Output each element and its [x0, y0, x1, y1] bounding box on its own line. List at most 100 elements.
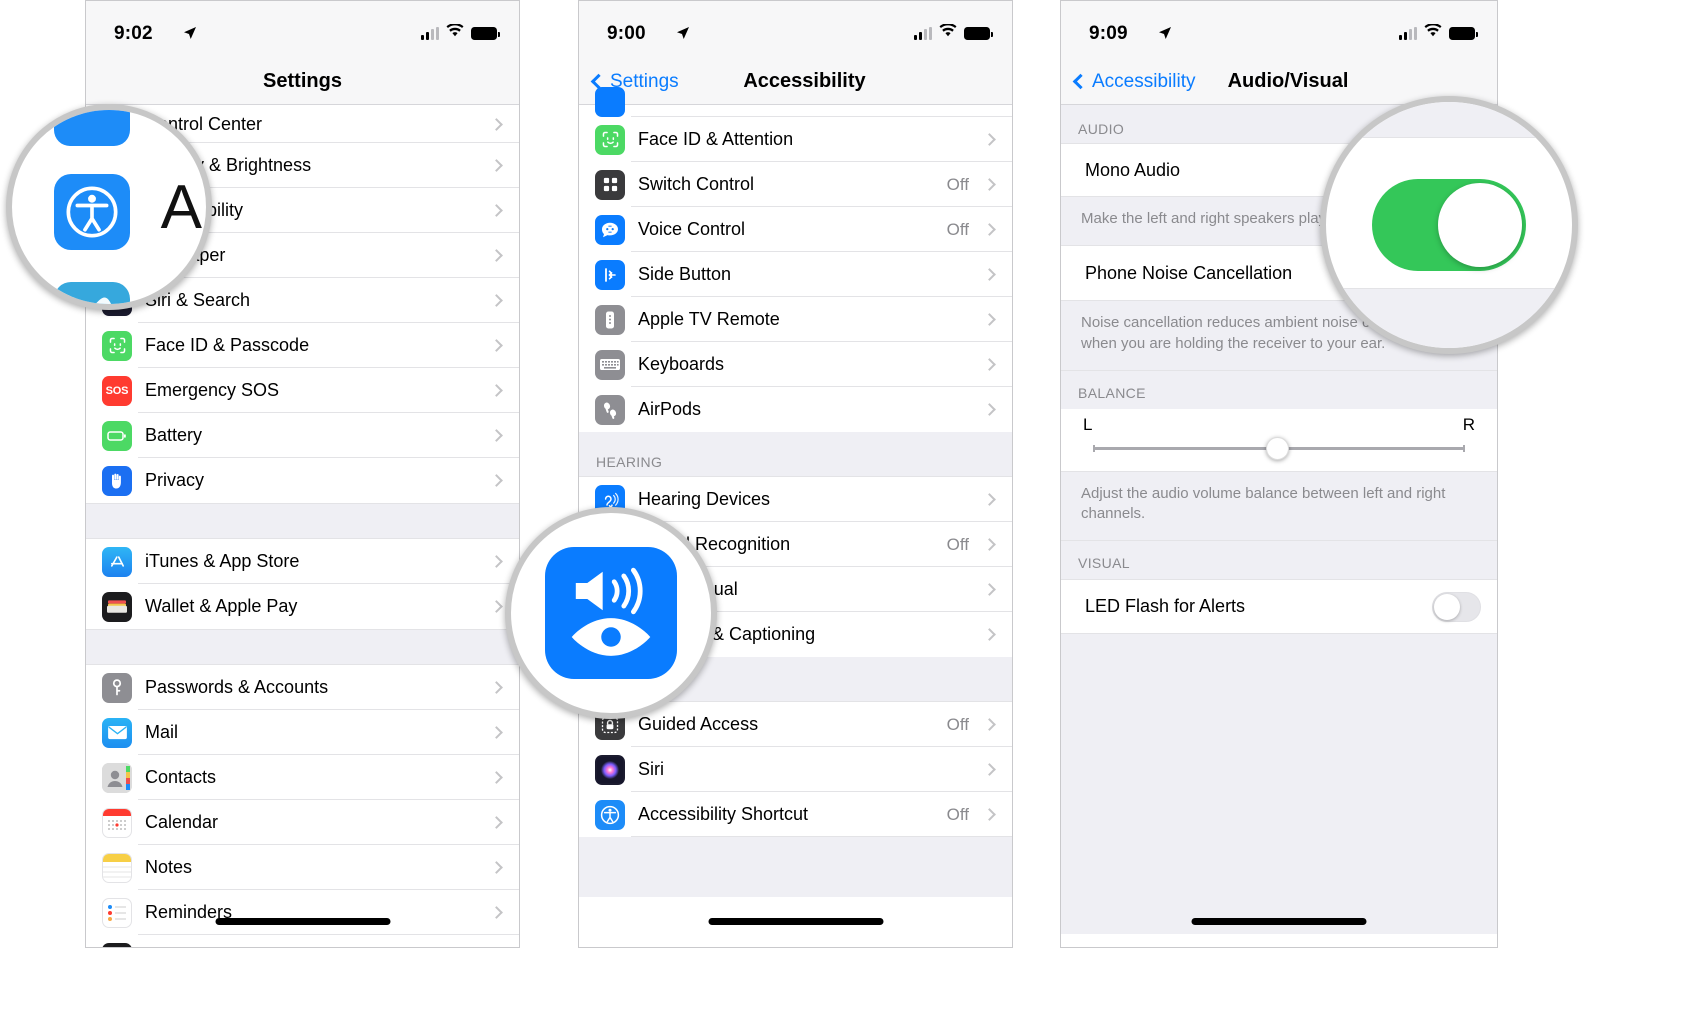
list-item[interactable]: Switch Control Off [579, 162, 1012, 207]
list-item-label: Accessibility Shortcut [638, 804, 809, 824]
list-item[interactable]: SOS Emergency SOS [86, 368, 519, 413]
mono-audio-toggle-magnifier [1320, 96, 1578, 354]
status-indicators [421, 23, 500, 42]
balance-slider-thumb[interactable] [1265, 436, 1289, 460]
location-arrow-icon [676, 26, 690, 45]
list-item-label: AirPods [638, 399, 702, 419]
list-item-label: iTunes & App Store [145, 551, 300, 571]
chevron-right-icon [983, 358, 996, 371]
list-item[interactable]: Privacy [86, 458, 519, 503]
cellular-bars-icon [1399, 26, 1417, 40]
phone-icon [102, 942, 132, 947]
balance-slider-row[interactable]: L R [1061, 408, 1497, 471]
magnified-section-band [1326, 288, 1572, 348]
list-item[interactable]: Siri [579, 747, 1012, 792]
chevron-right-icon [490, 384, 503, 397]
list-item-label: Apple TV Remote [638, 309, 780, 329]
list-item[interactable]: AirPods [579, 387, 1012, 432]
list-item[interactable]: Voice Control Off [579, 207, 1012, 252]
chevron-right-icon [983, 313, 996, 326]
list-filler [579, 837, 1012, 897]
chevron-right-icon [983, 808, 996, 821]
list-item-label: Battery [145, 425, 203, 445]
chevron-right-icon [983, 268, 996, 281]
list-item[interactable]: Calendar [86, 800, 519, 845]
cellular-bars-icon [421, 26, 439, 40]
list-item[interactable]: Notes [86, 845, 519, 890]
led-flash-row[interactable]: LED Flash for Alerts [1061, 580, 1497, 635]
battery-full-icon [964, 26, 993, 40]
list-item[interactable]: Reminders [86, 890, 519, 935]
magnified-mono-audio-toggle[interactable] [1372, 179, 1526, 271]
back-button[interactable]: Accessibility [1072, 70, 1196, 93]
home-indicator [708, 918, 883, 925]
list-item[interactable]: Side Button [579, 252, 1012, 297]
chevron-right-icon [490, 771, 503, 784]
led-flash-toggle[interactable] [1432, 591, 1481, 622]
balance-endpoints: L R [1061, 415, 1497, 435]
calendar-icon [102, 807, 132, 838]
list-item[interactable]: Mail [86, 710, 519, 755]
voice-control-icon [595, 214, 625, 245]
chevron-right-icon [983, 538, 996, 551]
list-item[interactable]: iTunes & App Store [86, 539, 519, 584]
list-item[interactable] [86, 935, 519, 947]
list-item[interactable]: Apple TV Remote [579, 297, 1012, 342]
list-item[interactable]: Passwords & Accounts [86, 665, 519, 710]
home-indicator [215, 918, 390, 925]
list-item[interactable]: Contacts [86, 755, 519, 800]
list-item[interactable]: Accessibility Shortcut Off [579, 792, 1012, 837]
chevron-right-icon [983, 493, 996, 506]
chevron-right-icon [490, 474, 503, 487]
section-header-hearing: HEARING [579, 432, 1012, 477]
back-button[interactable]: Settings [590, 71, 679, 93]
list-item-label: Passwords & Accounts [145, 677, 329, 697]
chevron-right-icon [490, 294, 503, 307]
chevron-right-icon [983, 403, 996, 416]
chevron-right-icon [490, 816, 503, 829]
section-gap [86, 629, 519, 665]
list-item-label: Siri [638, 759, 664, 779]
accessibility-list: Face ID & Attention Switch Control Off V… [579, 87, 1012, 897]
chevron-right-icon [983, 718, 996, 731]
list-item-label: Notes [145, 857, 193, 877]
battery-icon [102, 420, 132, 451]
switch-control-icon [595, 169, 625, 200]
list-item-label: Contacts [145, 767, 217, 787]
chevron-right-icon [490, 861, 503, 874]
status-indicators [914, 23, 993, 42]
chevron-right-icon [490, 339, 503, 352]
chevron-right-icon [490, 600, 503, 613]
status-time: 9:09 [1089, 23, 1128, 44]
balance-left-label: L [1083, 414, 1093, 434]
status-indicators [1399, 23, 1478, 42]
list-item-value: Off [946, 804, 969, 824]
list-item-label: Mail [145, 722, 179, 742]
section-gap [86, 503, 519, 539]
chevron-right-icon [490, 429, 503, 442]
list-item-label: Side Button [638, 264, 732, 284]
balance-footer: Adjust the audio volume balance between … [1061, 470, 1497, 542]
chevron-right-icon [983, 178, 996, 191]
list-item[interactable]: Keyboards [579, 342, 1012, 387]
list-item-label: Keyboards [638, 354, 725, 374]
list-item-label: Calendar [145, 812, 219, 832]
list-item[interactable]: Battery [86, 413, 519, 458]
airpods-icon [595, 394, 625, 425]
list-item-value: Off [946, 174, 969, 194]
magnified-section-band [1326, 102, 1572, 138]
list-item[interactable]: Face ID & Attention [579, 117, 1012, 162]
screenshot-stage: 9:02 Settings Control Center Display & B… [0, 0, 1702, 1032]
back-button-label: Accessibility [1092, 70, 1196, 92]
list-item-label: Face ID & Passcode [145, 335, 310, 355]
list-item[interactable]: Face ID & Passcode [86, 323, 519, 368]
face-id-icon [595, 124, 625, 155]
list-item-value: Off [946, 534, 969, 554]
nav-bar: Settings [86, 59, 519, 105]
list-item-label: Hearing Devices [638, 489, 771, 509]
chevron-right-icon [983, 223, 996, 236]
list-item[interactable]: Wallet & Apple Pay [86, 584, 519, 629]
wifi-icon [1424, 23, 1442, 42]
status-time: 9:00 [607, 23, 646, 44]
apple-tv-remote-icon [595, 304, 625, 335]
